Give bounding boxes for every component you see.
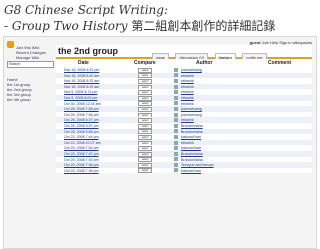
author-link[interactable]: Brandonhaha <box>181 158 203 162</box>
author-link[interactable]: ethanhk <box>181 85 194 89</box>
author-avatar-icon <box>174 162 178 167</box>
revision-date-link[interactable]: Oct 20, 2008 7:40 pm <box>64 158 99 162</box>
author-avatar-icon <box>174 140 178 145</box>
author-avatar-icon <box>174 134 178 139</box>
author-avatar-icon <box>174 101 178 106</box>
revision-date-link[interactable]: Nov 5, 2008 8:13 pm <box>64 90 97 94</box>
revision-date-link[interactable]: Oct 20, 2008 7:54 pm <box>64 146 99 150</box>
revision-date-link[interactable]: Oct 20, 2008 7:36 pm <box>64 169 99 173</box>
revision-date-link[interactable]: Dec 14, 2008 5:22 pm <box>64 68 99 72</box>
revision-date-link[interactable]: Oct 26, 2008 6:37 pm <box>64 118 99 122</box>
author-avatar-icon <box>174 146 178 151</box>
author-avatar-icon <box>174 67 178 72</box>
slide-title-line2: - Group Two History 第二組創本創作的詳細記錄 <box>4 18 275 34</box>
author-link[interactable]: Brandonhaha <box>181 124 203 128</box>
revision-date-link[interactable]: Oct 26, 2008 7:56 pm <box>64 113 99 117</box>
page-title: the 2nd group <box>58 46 118 56</box>
author-link[interactable]: joannahuang <box>181 113 202 117</box>
author-link[interactable]: ethanhk <box>181 141 194 145</box>
slide-title-line2-prefix: - Group Two History <box>4 19 132 33</box>
sidebar-item-4th-group[interactable]: the 4th group <box>7 97 32 102</box>
author-link[interactable]: babosaYuan <box>181 135 201 139</box>
revision-date-link[interactable]: Oct 22, 2008 10:27 am <box>64 141 101 145</box>
table-body: Dec 14, 2008 5:22 pm select joannahuang Nov… <box>56 67 312 174</box>
revision-date-link[interactable]: Oct 26, 2008 7:58 pm <box>64 107 99 111</box>
sidebar-links: Join this Wiki Recent Changes Manage Wik… <box>7 45 46 60</box>
compare-select-button[interactable]: select <box>138 168 152 174</box>
author-link[interactable]: Brandonhaha <box>181 152 203 156</box>
slide-title-line2-cjk: 第二組創本創作的詳細記錄 <box>131 19 276 33</box>
sidebar-search-input[interactable]: Search <box>7 61 54 68</box>
author-avatar-icon <box>174 123 178 128</box>
author-link[interactable]: babosaYuan <box>181 146 201 150</box>
author-avatar-icon <box>174 90 178 95</box>
revision-date-link[interactable]: Nov 5, 2008 8:09 pm <box>64 96 97 100</box>
revision-date-link[interactable]: Oct 22, 2008 7:44 pm <box>64 135 99 139</box>
author-link[interactable]: Brandonhaha <box>181 130 203 134</box>
sidebar-nav: Home the 1st group the 2nd group the 3rd… <box>7 77 32 102</box>
history-table: Date Compare Author Comment Dec 14, 2008… <box>56 59 312 174</box>
revision-date-link[interactable]: Oct 20, 2008 7:47 pm <box>64 152 99 156</box>
author-avatar-icon <box>174 95 178 100</box>
author-avatar-icon <box>174 73 178 78</box>
table-row: Oct 20, 2008 7:36 pm select babosaYuan <box>56 167 312 174</box>
author-avatar-icon <box>174 129 178 134</box>
author-link[interactable]: joannahuang <box>181 107 202 111</box>
author-avatar-icon <box>174 118 178 123</box>
author-avatar-icon <box>174 84 178 89</box>
author-avatar-icon <box>174 151 178 156</box>
column-header-comment: Comment <box>268 60 292 66</box>
author-link[interactable]: ethanhk <box>181 102 194 106</box>
slide-title-line1: G8 Chinese Script Writing: <box>4 3 169 17</box>
author-link[interactable]: Teenyun and teeuon <box>181 163 214 167</box>
author-link[interactable]: ethanhk <box>181 90 194 94</box>
author-link[interactable]: ethanhk <box>181 74 194 78</box>
author-link[interactable]: ethanhk <box>181 79 194 83</box>
author-link[interactable]: babosaYuan <box>181 169 201 173</box>
slide-title: G8 Chinese Script Writing: - Group Two H… <box>4 2 275 34</box>
revision-date-link[interactable]: Oct 26, 2008 5:56 pm <box>64 130 99 134</box>
wiki-screenshot: guest Join Help Sign in wikispaces Join … <box>3 36 317 249</box>
revision-date-link[interactable]: Oct 30, 2008 12:34 am <box>64 102 101 106</box>
author-avatar-icon <box>174 168 178 173</box>
sidebar-link-manage-wiki[interactable]: Manage Wiki <box>7 55 46 60</box>
author-avatar-icon <box>174 157 178 162</box>
author-link[interactable]: ethanhk <box>181 96 194 100</box>
table-header: Date Compare Author Comment <box>56 59 312 67</box>
author-link[interactable]: ethanhk <box>181 118 194 122</box>
revision-date-link[interactable]: Nov 16, 2008 8:40 am <box>64 74 99 78</box>
column-header-date: Date <box>78 60 89 66</box>
column-header-author: Author <box>196 60 213 66</box>
revision-date-link[interactable]: Nov 16, 2008 8:32 am <box>64 79 99 83</box>
author-avatar-icon <box>174 112 178 117</box>
revision-date-link[interactable]: Oct 20, 2008 7:36 pm <box>64 163 99 167</box>
author-link[interactable]: joannahuang <box>181 68 202 72</box>
page-header: the 2nd group page discussion (0) histor… <box>56 45 312 62</box>
author-avatar-icon <box>174 106 178 111</box>
column-header-compare: Compare <box>134 60 156 66</box>
revision-date-link[interactable]: Oct 26, 2008 5:57 pm <box>64 124 99 128</box>
revision-date-link[interactable]: Nov 16, 2008 8:29 am <box>64 85 99 89</box>
author-avatar-icon <box>174 78 178 83</box>
